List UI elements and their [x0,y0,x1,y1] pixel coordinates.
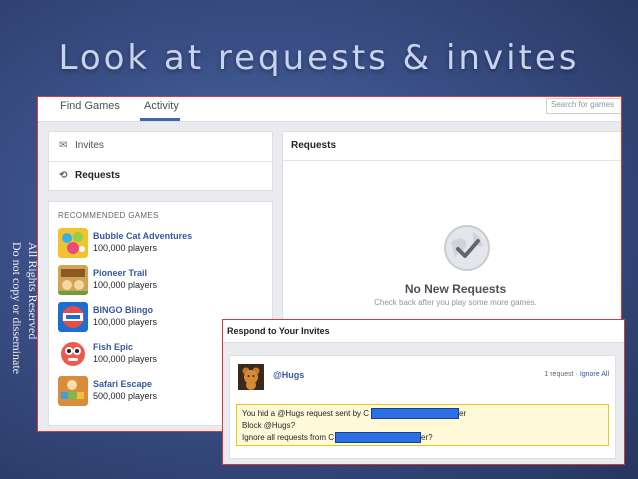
requests-panel-title: Requests [291,140,337,151]
redacted-name [335,432,422,444]
nav-item-invites-label: Invites [75,140,104,151]
nav-item-requests-label: Requests [75,170,121,181]
search-games-input[interactable]: Search for games [546,98,621,114]
watermark: All Rights Reserved Do not copy or disse… [5,242,41,402]
globe-checkmark-icon [444,225,490,271]
no-new-requests-title: No New Requests [404,282,507,296]
notice-ignore-suffix: er? [421,433,433,442]
notice-line-ignore[interactable]: Ignore all requests from C er? [242,432,603,444]
notice-hidden-prefix: You hid a @Hugs request sent by C [242,409,370,418]
invite-card: @Hugs 1 request · Ignore All You hid a @… [229,355,616,459]
redacted-name [371,408,460,420]
notice-hidden-suffix: er [459,409,467,418]
bingo-blingo-thumbnail [58,302,88,332]
block-app-link[interactable]: Block @Hugs? [242,420,603,432]
game-item[interactable]: Bubble Cat Adventures 100,000 players [58,228,268,262]
app-name[interactable]: @Hugs [273,370,304,380]
game-name: Pioneer Trail [93,268,148,278]
nav-item-invites[interactable]: ✉ Invites [49,132,272,162]
pioneer-trail-thumbnail [58,265,88,295]
recommended-games-heading: RECOMMENDED GAMES [58,211,159,220]
notice-line-hidden: You hid a @Hugs request sent by C er [242,408,603,420]
respond-invites-screenshot: Respond to Your Invites @Hugs 1 request … [222,319,625,465]
ignore-all-link[interactable]: Ignore All [580,371,609,378]
game-players: 100,000 players [93,354,158,364]
game-players: 100,000 players [93,317,158,327]
no-new-requests-subtitle: Check back after you play some more game… [374,298,537,307]
game-name: Fish Epic [93,342,134,352]
invites-title: Respond to Your Invites [227,326,330,336]
game-players: 100,000 players [93,243,158,253]
notice-ignore-prefix: Ignore all requests from C [242,433,335,442]
game-name: BINGO Blingo [93,305,153,315]
nav-item-requests[interactable]: ⟲ Requests [49,162,272,191]
bubble-cat-thumbnail [58,228,88,258]
safari-escape-thumbnail [58,376,88,406]
games-top-bar: Find Games Activity Search for games [38,97,621,122]
hidden-request-notice: You hid a @Hugs request sent by C er Bloc… [236,404,609,446]
slide-title: Look at requests & invites [58,38,580,78]
game-item[interactable]: Pioneer Trail 100,000 players [58,265,268,299]
game-name: Bubble Cat Adventures [93,231,193,241]
watermark-line-2: Do not copy or disseminate [10,242,24,374]
request-count-actions: 1 request · Ignore All [544,371,609,378]
invites-header: Respond to Your Invites [223,320,624,343]
game-name: Safari Escape [93,379,153,389]
hugs-app-icon [238,364,264,390]
tab-find-games[interactable]: Find Games [60,100,120,112]
game-players: 100,000 players [93,280,158,290]
fish-epic-thumbnail [58,339,88,369]
active-tab-indicator [140,118,180,121]
game-players: 500,000 players [93,391,158,401]
refresh-icon: ⟲ [59,170,68,181]
envelope-icon: ✉ [59,140,68,151]
tab-activity[interactable]: Activity [144,100,179,112]
divider [283,160,621,161]
activity-nav: ✉ Invites ⟲ Requests [48,131,273,191]
request-count: 1 request [544,371,574,378]
